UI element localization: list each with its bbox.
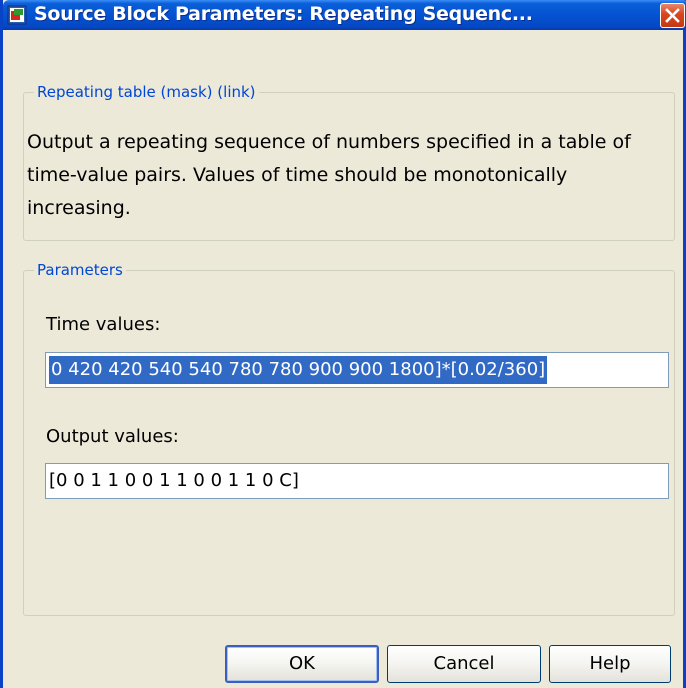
- time-values-field[interactable]: 0 420 420 540 540 780 780 900 900 1800]*…: [45, 352, 669, 388]
- output-values-field[interactable]: [0 0 1 1 0 0 1 1 0 0 1 1 0 C]: [45, 463, 669, 499]
- title-bar[interactable]: Source Block Parameters: Repeating Seque…: [3, 0, 686, 30]
- help-button[interactable]: Help: [549, 645, 671, 683]
- simulink-block-icon: [7, 5, 27, 25]
- close-button[interactable]: [660, 3, 685, 28]
- output-values-text: [0 0 1 1 0 0 1 1 0 0 1 1 0 C]: [49, 470, 299, 491]
- time-values-label: Time values:: [46, 314, 161, 335]
- window-title: Source Block Parameters: Repeating Seque…: [34, 3, 533, 25]
- dialog-window: Source Block Parameters: Repeating Seque…: [0, 0, 686, 688]
- output-values-label: Output values:: [46, 426, 179, 447]
- mask-description-text: Output a repeating sequence of numbers s…: [27, 131, 631, 219]
- time-values-text: 0 420 420 540 540 780 780 900 900 1800]*…: [49, 356, 548, 384]
- close-icon: [665, 8, 680, 23]
- cancel-button[interactable]: Cancel: [387, 645, 541, 683]
- ok-button[interactable]: OK: [225, 645, 379, 683]
- parameters-group-legend: Parameters: [34, 261, 126, 279]
- mask-group-legend: Repeating table (mask) (link): [34, 83, 259, 101]
